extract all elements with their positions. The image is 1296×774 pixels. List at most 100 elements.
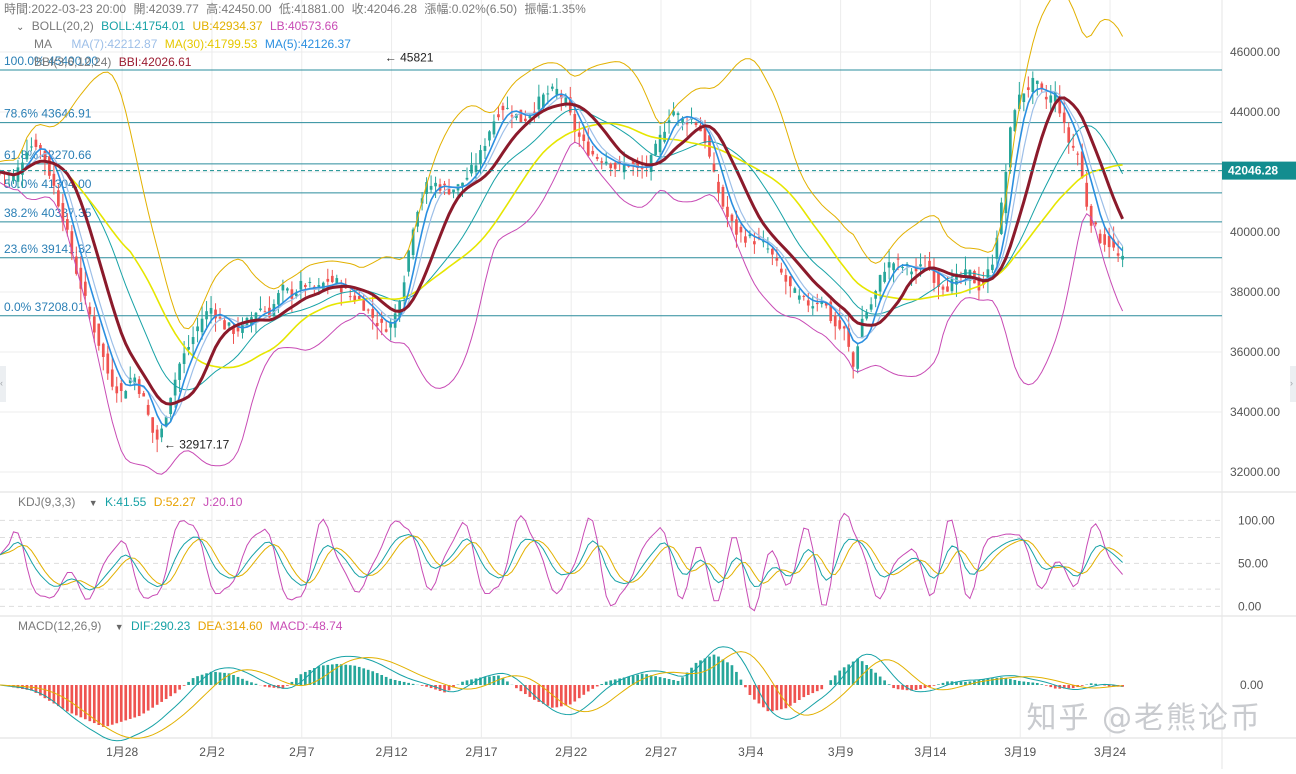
candle-body (609, 163, 613, 169)
candle-body (901, 266, 904, 268)
kdj-legend: KDJ(9,3,3) ▼ K:41.55 D:52.27 J:20.10 (18, 495, 246, 510)
candle-body (479, 150, 482, 165)
candle-body (842, 326, 846, 329)
kdj-j-line (0, 512, 1123, 612)
candle-body (200, 318, 204, 333)
candle-body (119, 383, 123, 392)
j-value: J:20.10 (203, 495, 243, 509)
candle-body (793, 288, 797, 293)
change-label: 漲幅:0.02%(6.50) (424, 2, 518, 16)
candle-body (771, 248, 774, 255)
chevron-left-icon: ‹ (0, 378, 3, 388)
candle-body (555, 88, 559, 95)
x-tick-label: 3月19 (1004, 745, 1036, 759)
candle-body (654, 143, 657, 155)
candle-body (860, 318, 864, 339)
macd-legend: MACD(12,26,9) ▼ DIF:290.23 DEA:314.60 MA… (18, 619, 346, 634)
candle-body (115, 386, 119, 394)
bbi-value: BBI:42026.61 (118, 55, 192, 69)
candle-body (160, 428, 164, 438)
candle-body (577, 132, 581, 137)
x-tick-label: 3月4 (738, 745, 764, 759)
candle-body (447, 189, 451, 195)
candle-body (667, 120, 671, 123)
right-scroll-handle[interactable]: › (1290, 366, 1296, 402)
candle-body (1071, 145, 1075, 148)
x-tick-label: 2月2 (199, 745, 225, 759)
candle-body (304, 284, 307, 287)
candle-body (591, 150, 595, 155)
candle-body (101, 343, 105, 357)
candle-body (856, 346, 860, 369)
candle-body (286, 288, 289, 291)
candle-body (941, 286, 945, 290)
price-chart-svg[interactable]: 1月28 2月2 2月7 2月12 2月17 2月22 2月27 3月4 3月9 3月14 3月19… (0, 0, 1296, 769)
bbi-legend: BBI(3,6,12,24) BBI:42026.61 (34, 55, 195, 69)
chart-root: 1月28 2月2 2月7 2月12 2月17 2月22 2月27 3月4 3月9 3月14 3月19… (0, 0, 1296, 769)
triangle-down-icon[interactable]: ▼ (89, 496, 98, 510)
candle-body (726, 206, 729, 217)
ub-value: UB:42934.37 (192, 19, 263, 33)
kdj-tick-label: 50.00 (1238, 556, 1268, 570)
candle-body (371, 308, 375, 318)
boll-mid-line (0, 108, 1124, 391)
macd-tick-label: 0.00 (1240, 678, 1264, 692)
dea-value: DEA:314.60 (197, 619, 263, 633)
candle-body (173, 379, 177, 396)
candle-body (326, 278, 330, 282)
candle-body (30, 146, 33, 148)
candle-body (582, 134, 586, 141)
candle-body (851, 352, 855, 367)
watermark: 知乎 @老熊论币 (1026, 701, 1262, 736)
left-scroll-handle[interactable]: ‹ (0, 366, 6, 402)
candle-body (1103, 234, 1106, 245)
x-tick-label: 3月9 (828, 745, 854, 759)
candle-body (182, 353, 186, 365)
candle-body (348, 296, 352, 298)
candle-body (537, 96, 541, 110)
x-tick-label: 2月12 (376, 745, 408, 759)
candle-body (1094, 222, 1098, 225)
candle-body (815, 302, 819, 305)
close-label: 收:42046.28 (351, 2, 418, 16)
boll-name: BOLL(20,2) (31, 19, 94, 33)
candle-body (501, 105, 505, 111)
candle-body (739, 226, 743, 233)
candle-body (380, 318, 384, 323)
chevron-right-icon: › (1290, 378, 1293, 388)
candle-body (357, 296, 361, 300)
candle-body (546, 93, 550, 95)
y-tick-label: 38000.00 (1230, 285, 1280, 299)
candle-body (784, 275, 788, 282)
chevron-down-icon[interactable]: ⌄ (16, 21, 24, 35)
candle-body (685, 123, 689, 125)
fib-level-label: 38.2% 40337.35 (4, 206, 92, 220)
kdj-tick-label: 100.00 (1238, 513, 1275, 527)
candle-body (465, 177, 469, 180)
candle-body (735, 219, 738, 235)
candle-body (658, 134, 662, 153)
candle-body (187, 346, 190, 350)
candle-body (223, 320, 226, 330)
fib-level-label: 0.0% 37208.01 (4, 300, 85, 314)
y-tick-label: 36000.00 (1230, 345, 1280, 359)
candle-body (384, 329, 388, 332)
fib-level-label: 61.8% 42270.66 (4, 148, 92, 162)
candle-body (865, 312, 869, 319)
ma30-line (0, 122, 1123, 369)
candle-body (1031, 77, 1035, 92)
ma-legend: MA MA(7):42212.87 MA(30):41799.53 MA(5):… (34, 37, 355, 51)
triangle-down-icon[interactable]: ▼ (115, 620, 124, 634)
candle-body (407, 250, 410, 272)
bbi-line (0, 96, 1124, 406)
candle-body (869, 304, 873, 310)
candle-body (25, 152, 29, 160)
candle-body (604, 161, 608, 164)
candle-body (263, 311, 267, 313)
macd-value: MACD:-48.74 (269, 619, 343, 633)
candle-body (83, 281, 87, 296)
candle-body (92, 316, 96, 333)
x-tick-label: 1月28 (106, 745, 138, 759)
candle-body (663, 131, 666, 142)
candle-body (991, 264, 994, 271)
